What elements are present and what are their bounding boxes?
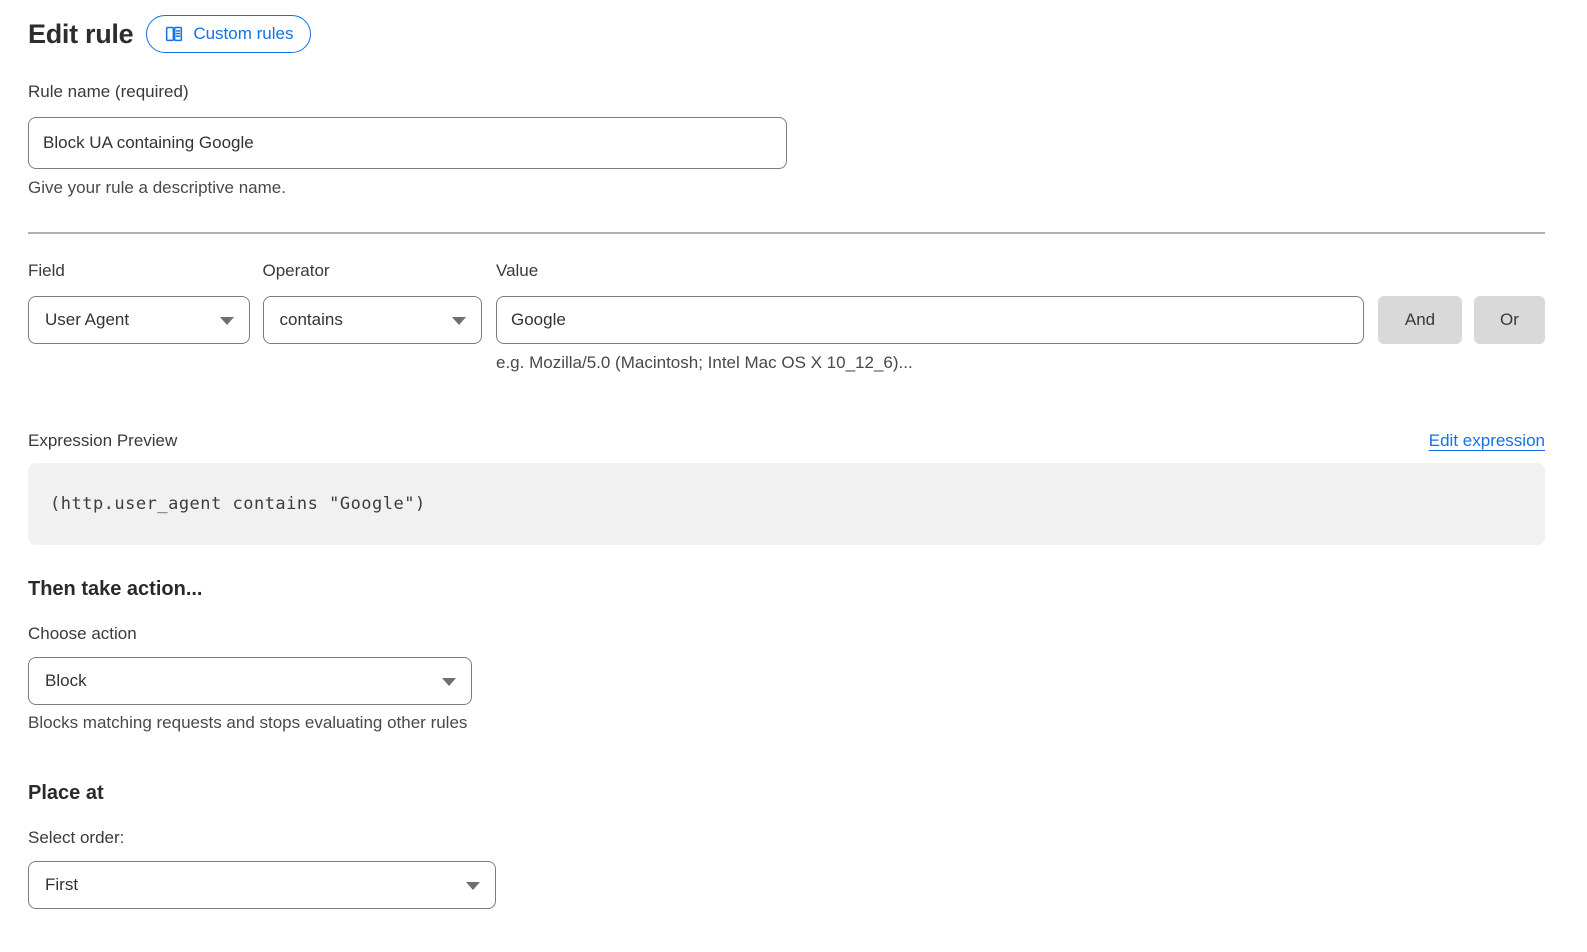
expression-preview-section: Expression Preview Edit expression (http… bbox=[28, 431, 1545, 545]
place-at-heading: Place at bbox=[28, 782, 1545, 805]
action-section: Then take action... Choose action Block … bbox=[28, 578, 1545, 733]
custom-rules-label: Custom rules bbox=[193, 24, 293, 44]
field-label: Field bbox=[28, 261, 250, 281]
rule-name-group: Rule name (required) Give your rule a de… bbox=[28, 82, 1545, 198]
action-helper: Blocks matching requests and stops evalu… bbox=[28, 713, 1545, 733]
action-heading: Then take action... bbox=[28, 578, 1545, 601]
page-title: Edit rule bbox=[28, 19, 133, 50]
operator-select-value: contains bbox=[280, 310, 343, 330]
operator-select[interactable]: contains bbox=[263, 296, 483, 344]
or-button[interactable]: Or bbox=[1474, 296, 1545, 344]
chevron-down-icon bbox=[452, 317, 466, 325]
page-header: Edit rule Custom rules bbox=[28, 15, 1545, 53]
edit-expression-link[interactable]: Edit expression bbox=[1429, 431, 1545, 451]
expression-code: (http.user_agent contains "Google") bbox=[50, 494, 426, 514]
order-select-value: First bbox=[45, 875, 78, 895]
edit-rule-page: Edit rule Custom rules Rule name (requir… bbox=[0, 0, 1587, 952]
chevron-down-icon bbox=[220, 317, 234, 325]
section-divider bbox=[28, 232, 1545, 234]
expression-preview-label: Expression Preview bbox=[28, 431, 177, 451]
condition-logic-buttons: And Or bbox=[1364, 261, 1545, 373]
value-input[interactable] bbox=[496, 296, 1364, 344]
select-order-label: Select order: bbox=[28, 828, 1545, 848]
field-select[interactable]: User Agent bbox=[28, 296, 250, 344]
and-button[interactable]: And bbox=[1378, 296, 1462, 344]
value-helper: e.g. Mozilla/5.0 (Macintosh; Intel Mac O… bbox=[496, 353, 1364, 373]
rule-name-label: Rule name (required) bbox=[28, 82, 1545, 102]
value-label: Value bbox=[496, 261, 1364, 281]
rule-name-helper: Give your rule a descriptive name. bbox=[28, 178, 1545, 198]
open-book-icon bbox=[164, 24, 184, 44]
choose-action-label: Choose action bbox=[28, 624, 1545, 644]
chevron-down-icon bbox=[442, 678, 456, 686]
placement-section: Place at Select order: First bbox=[28, 782, 1545, 909]
rule-name-input[interactable] bbox=[28, 117, 787, 169]
condition-builder-row: Field User Agent Operator contains Value… bbox=[28, 261, 1545, 373]
value-column: Value e.g. Mozilla/5.0 (Macintosh; Intel… bbox=[496, 261, 1364, 373]
chevron-down-icon bbox=[466, 882, 480, 890]
order-select[interactable]: First bbox=[28, 861, 496, 909]
action-select[interactable]: Block bbox=[28, 657, 472, 705]
expression-preview-header: Expression Preview Edit expression bbox=[28, 431, 1545, 451]
field-column: Field User Agent bbox=[28, 261, 250, 373]
custom-rules-button[interactable]: Custom rules bbox=[146, 15, 311, 53]
operator-column: Operator contains bbox=[263, 261, 483, 373]
action-select-value: Block bbox=[45, 671, 87, 691]
operator-label: Operator bbox=[263, 261, 483, 281]
expression-code-block: (http.user_agent contains "Google") bbox=[28, 463, 1545, 545]
field-select-value: User Agent bbox=[45, 310, 129, 330]
edit-rule-form: Edit rule Custom rules Rule name (requir… bbox=[28, 15, 1545, 909]
